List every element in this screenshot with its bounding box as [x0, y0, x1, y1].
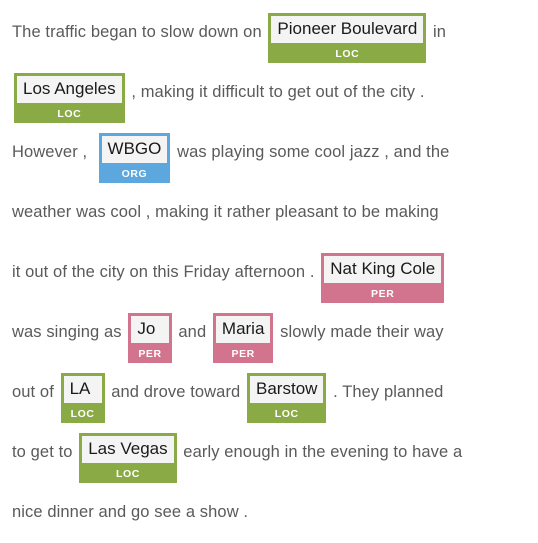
entity-type-label: LOC: [247, 406, 327, 423]
entity-span-location[interactable]: LA LOC: [60, 373, 105, 423]
entity-span-location[interactable]: Los Angeles LOC: [14, 73, 125, 123]
entity-text-box: Pioneer Boulevard: [268, 13, 427, 46]
entity-text-box: Jo: [128, 313, 172, 346]
entity-span-person[interactable]: Jo PER: [128, 313, 172, 363]
entity-type-label: LOC: [14, 106, 125, 123]
sentence-text: early enough in the evening to have a: [178, 443, 463, 461]
entity-text-box: Las Vegas: [79, 433, 177, 466]
text-line: to get to Las Vegas LOC early enough in t…: [12, 433, 526, 496]
text-line: The traffic began to slow down on Pionee…: [12, 13, 526, 76]
entity-mention-text: Las Vegas: [88, 439, 168, 458]
text-line: out of LA LOC and drove toward Barstow LOC…: [12, 373, 526, 436]
entity-mention-text: Pioneer Boulevard: [277, 19, 418, 38]
entity-type-label: LOC: [79, 466, 177, 483]
entity-span-organization[interactable]: WBGO ORG: [98, 133, 171, 183]
entity-mention-text: Los Angeles: [23, 79, 116, 98]
sentence-text: to get to: [12, 443, 78, 461]
entity-type-label: PER: [212, 346, 274, 363]
entity-text-box: Barstow: [247, 373, 327, 406]
sentence-text: and: [173, 323, 211, 341]
sentence-text: was singing as: [12, 323, 127, 341]
text-line: However , WBGO ORG was playing some cool …: [12, 133, 526, 196]
entity-span-location[interactable]: Las Vegas LOC: [79, 433, 177, 483]
entity-type-label: PER: [128, 346, 172, 363]
sentence-text: in: [428, 23, 447, 41]
text-line: weather was cool , making it rather plea…: [12, 196, 526, 256]
entity-mention-text: Jo: [137, 319, 156, 338]
sentence-text: out of: [12, 383, 59, 401]
entity-type-label: ORG: [98, 166, 171, 183]
entity-type-label: LOC: [60, 406, 105, 423]
text-line: nice dinner and go see a show .: [12, 496, 526, 543]
text-line: was singing as Jo PER and Maria PER slowly…: [12, 313, 526, 376]
ner-annotated-document: The traffic began to slow down on Pionee…: [0, 0, 538, 543]
text-line: it out of the city on this Friday aftern…: [12, 253, 526, 316]
entity-span-location[interactable]: Pioneer Boulevard LOC: [268, 13, 427, 63]
entity-text-box: Nat King Cole: [321, 253, 445, 286]
entity-mention-text: Barstow: [256, 379, 318, 398]
entity-mention-text: LA: [69, 379, 91, 398]
text-line: Los Angeles LOC , making it difficult to …: [12, 73, 526, 136]
sentence-text: was playing some cool jazz , and the: [172, 143, 450, 161]
sentence-text: slowly made their way: [275, 323, 444, 341]
entity-type-label: PER: [321, 286, 445, 303]
sentence-text: and drove toward: [106, 383, 246, 401]
entity-mention-text: Nat King Cole: [330, 259, 436, 278]
entity-span-location[interactable]: Barstow LOC: [247, 373, 327, 423]
sentence-text: The traffic began to slow down on: [12, 23, 267, 41]
entity-text-box: WBGO: [98, 133, 171, 166]
entity-text-box: Los Angeles: [14, 73, 125, 106]
sentence-text: weather was cool , making it rather plea…: [12, 203, 439, 221]
entity-mention-text: Maria: [221, 319, 265, 338]
entity-span-person[interactable]: Maria PER: [212, 313, 274, 363]
sentence-text: nice dinner and go see a show .: [12, 503, 249, 521]
entity-type-label: LOC: [268, 46, 427, 63]
entity-mention-text: WBGO: [107, 139, 162, 158]
sentence-text: it out of the city on this Friday aftern…: [12, 263, 320, 281]
sentence-text: . They planned: [328, 383, 444, 401]
sentence-text: However ,: [12, 143, 97, 161]
entity-text-box: Maria: [212, 313, 274, 346]
sentence-text: , making it difficult to get out of the …: [126, 83, 425, 101]
entity-text-box: LA: [60, 373, 105, 406]
entity-span-person[interactable]: Nat King Cole PER: [321, 253, 445, 303]
